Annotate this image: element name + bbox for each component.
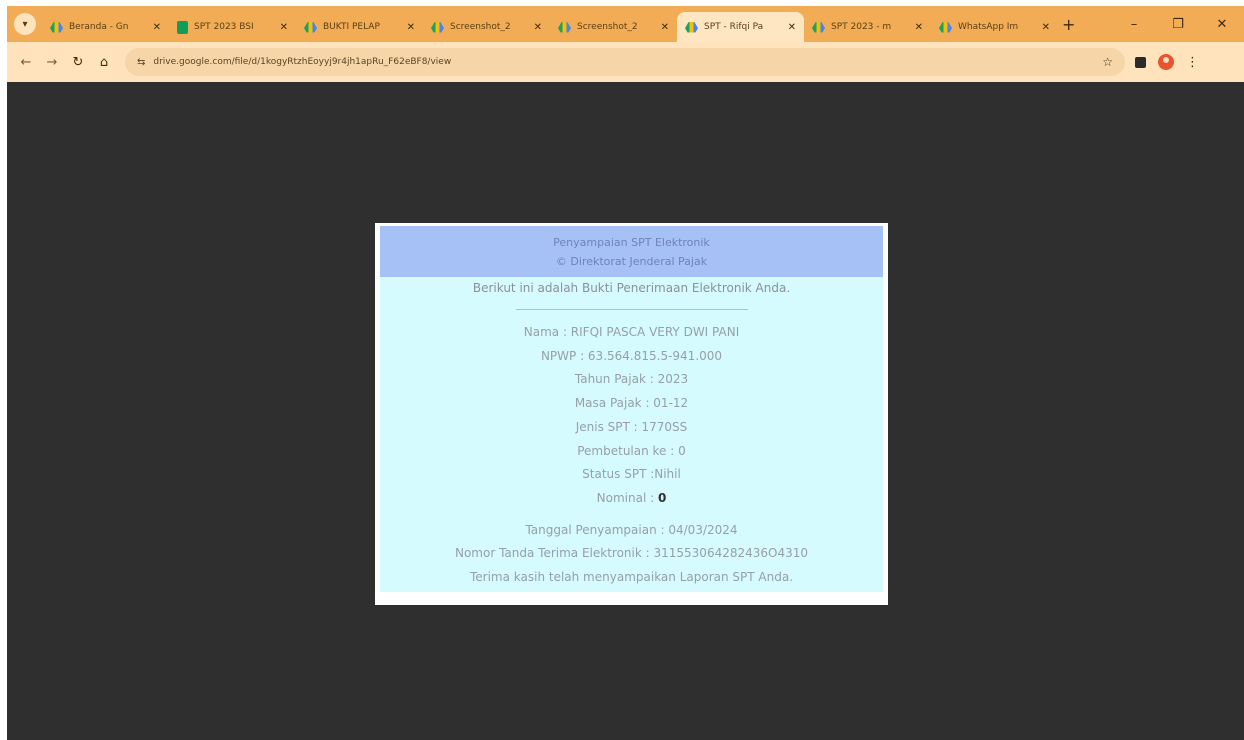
drive-icon: [431, 21, 444, 33]
divider: [515, 309, 748, 310]
tab-label: SPT 2023 - m: [831, 22, 892, 32]
receipt-copyright: © Direktorat Jenderal Pajak: [555, 255, 708, 268]
receipt-nama: Nama : RIFQI PASCA VERY DWI PANI: [523, 325, 740, 339]
url-text[interactable]: drive.google.com/file/d/1kogyRtzhEoyyj9r…: [153, 57, 451, 67]
document-page: Penyampaian SPT Elektronik © Direktorat …: [375, 223, 888, 605]
tab-label: SPT 2023 BSI: [194, 22, 254, 32]
profile-avatar-icon[interactable]: [1158, 54, 1174, 70]
tab-bukti-pelaporan[interactable]: BUKTI PELAP ✕: [296, 12, 423, 42]
tab-search-icon[interactable]: ▾: [14, 13, 36, 35]
minimize-icon[interactable]: –: [1112, 17, 1156, 32]
forward-icon[interactable]: →: [39, 55, 65, 70]
tab-whatsapp-image[interactable]: WhatsApp Im ✕: [931, 12, 1058, 42]
tab-screenshot-1[interactable]: Screenshot_2 ✕: [423, 12, 550, 42]
tab-spt-2023-bsi[interactable]: SPT 2023 BSI ✕: [169, 12, 296, 42]
back-icon[interactable]: ←: [13, 55, 39, 70]
home-icon[interactable]: ⌂: [91, 55, 117, 70]
site-info-icon[interactable]: ⇆: [137, 57, 145, 68]
toolbar-right: ⋮: [1135, 54, 1199, 70]
menu-kebab-icon[interactable]: ⋮: [1186, 55, 1199, 70]
close-window-icon[interactable]: ✕: [1200, 17, 1244, 32]
tab-label: WhatsApp Im: [958, 22, 1019, 32]
tab-label: Screenshot_2: [450, 22, 511, 32]
receipt-nominal: Nominal : 0: [380, 487, 883, 511]
close-tab-icon[interactable]: ✕: [280, 22, 288, 33]
receipt-npwp: NPWP : 63.564.815.5-941.000: [540, 348, 723, 363]
receipt-tahun-pajak: Tahun Pajak : 2023: [574, 372, 689, 387]
sheets-icon: [177, 20, 188, 34]
tab-label: SPT - Rifqi Pa: [704, 22, 764, 32]
drive-icon: [304, 21, 317, 33]
tab-spt-rifqi-active[interactable]: SPT - Rifqi Pa ✕: [677, 12, 804, 42]
tab-label: BUKTI PELAP: [323, 22, 380, 32]
new-tab-icon[interactable]: +: [1062, 15, 1075, 34]
address-bar[interactable]: ⇆ drive.google.com/file/d/1kogyRtzhEoyyj…: [125, 48, 1125, 76]
reload-icon[interactable]: ↻: [65, 55, 91, 70]
receipt-status-spt: Status SPT :Nihil: [582, 467, 681, 482]
tab-list: Beranda - Gn ✕ SPT 2023 BSI ✕ BUKTI PELA…: [42, 6, 1058, 42]
close-tab-icon[interactable]: ✕: [915, 22, 923, 33]
close-tab-icon[interactable]: ✕: [661, 22, 669, 33]
close-tab-icon[interactable]: ✕: [153, 22, 161, 33]
close-tab-icon[interactable]: ✕: [534, 22, 542, 33]
side-panel-icon[interactable]: [1135, 56, 1146, 68]
close-tab-icon[interactable]: ✕: [788, 22, 796, 33]
browser-toolbar: ← → ↻ ⌂ ⇆ drive.google.com/file/d/1kogyR…: [7, 42, 1244, 82]
window-controls: – ❐ ✕: [1112, 6, 1244, 42]
receipt-tanggal: Tanggal Penyampaian : 04/03/2024: [525, 522, 738, 537]
close-tab-icon[interactable]: ✕: [1042, 22, 1050, 33]
drive-icon: [50, 21, 63, 33]
drive-icon: [812, 21, 825, 33]
drive-icon: [939, 21, 952, 33]
receipt-masa-pajak: Masa Pajak : 01-12: [574, 396, 689, 411]
receipt-jenis-spt: Jenis SPT : 1770SS: [575, 419, 688, 434]
tab-label: Screenshot_2: [577, 22, 638, 32]
receipt-thanks: Terima kasih telah menyampaikan Laporan …: [469, 570, 794, 585]
receipt-ntte: Nomor Tanda Terima Elektronik : 31155306…: [454, 546, 808, 561]
bookmark-star-icon[interactable]: ☆: [1102, 55, 1113, 69]
bpe-receipt: Penyampaian SPT Elektronik © Direktorat …: [380, 226, 883, 592]
browser-window: ▾ Beranda - Gn ✕ SPT 2023 BSI ✕ BUKTI PE…: [7, 6, 1244, 740]
receipt-intro: Berikut ini adalah Bukti Penerimaan Elek…: [472, 281, 791, 295]
receipt-title: Penyampaian SPT Elektronik: [553, 236, 710, 249]
tab-beranda[interactable]: Beranda - Gn ✕: [42, 12, 169, 42]
tab-screenshot-2[interactable]: Screenshot_2 ✕: [550, 12, 677, 42]
nominal-value: 0: [657, 490, 667, 505]
drive-icon: [558, 21, 571, 33]
restore-icon[interactable]: ❐: [1156, 17, 1200, 32]
receipt-pembetulan: Pembetulan ke : 0: [577, 443, 686, 458]
receipt-header: Penyampaian SPT Elektronik © Direktorat …: [380, 226, 883, 277]
tab-strip: ▾ Beranda - Gn ✕ SPT 2023 BSI ✕ BUKTI PE…: [7, 6, 1244, 42]
drive-icon: [685, 21, 698, 33]
tab-spt-2023-m[interactable]: SPT 2023 - m ✕: [804, 12, 931, 42]
tab-label: Beranda - Gn: [69, 22, 129, 32]
nominal-label: Nominal :: [596, 490, 658, 505]
close-tab-icon[interactable]: ✕: [407, 22, 415, 33]
